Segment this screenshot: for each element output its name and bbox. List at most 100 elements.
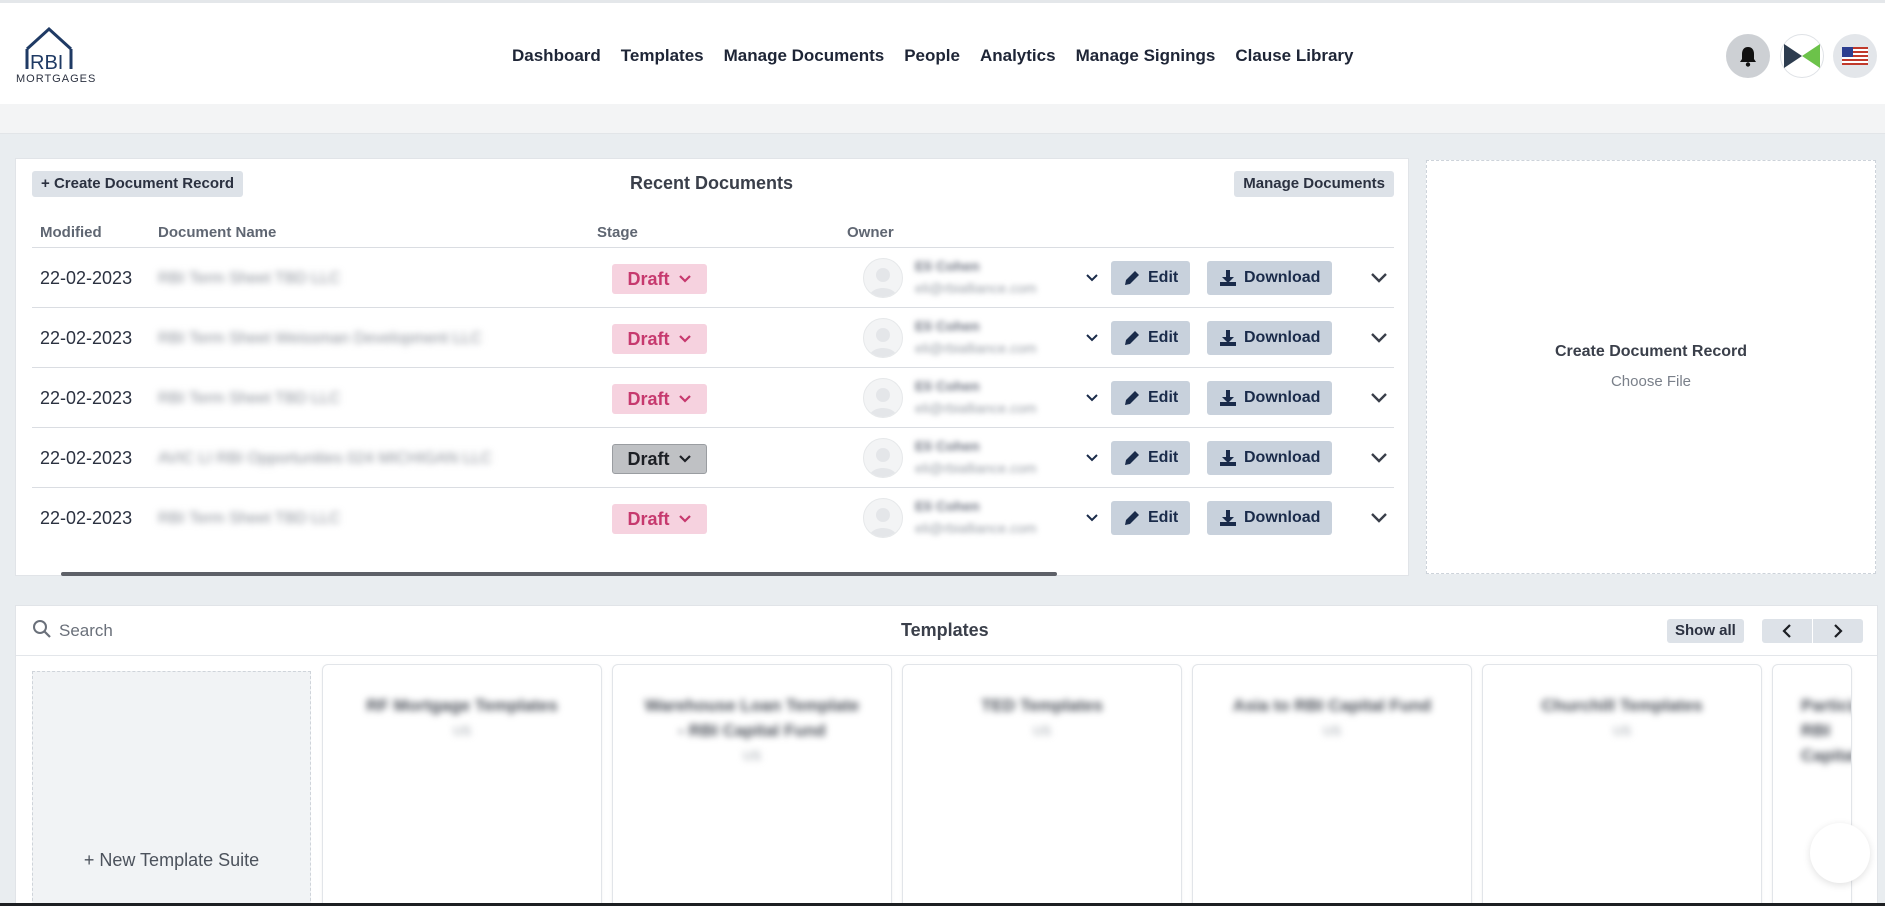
edit-button[interactable]: Edit	[1111, 381, 1191, 415]
nav-people[interactable]: People	[894, 3, 970, 107]
download-button[interactable]: Download	[1207, 261, 1333, 295]
chevron-down-icon	[1371, 273, 1387, 283]
user-icon	[869, 268, 897, 297]
owner-avatar	[863, 438, 903, 478]
bell-icon[interactable]	[1726, 34, 1770, 78]
user-icon	[869, 328, 897, 357]
column-document-name[interactable]: Document Name	[158, 224, 276, 241]
chevron-down-icon	[1371, 453, 1387, 463]
expand-row-button[interactable]	[1367, 506, 1391, 530]
chevron-down-icon	[678, 395, 691, 403]
owner-email: eli@rbialliance.com	[915, 400, 1037, 416]
modified-date: 22-02-2023	[40, 448, 133, 468]
dropzone-title: Create Document Record	[1554, 343, 1748, 360]
upload-dropzone[interactable]: Create Document Record Choose File	[1426, 160, 1876, 574]
chevron-down-icon	[1371, 333, 1387, 343]
edit-label: Edit	[1148, 509, 1179, 526]
download-button[interactable]: Download	[1207, 381, 1333, 415]
new-template-suite-label: New Template Suite	[99, 850, 260, 870]
expand-row-button[interactable]	[1367, 266, 1391, 290]
main-nav: Dashboard Templates Manage Documents Peo…	[502, 3, 1363, 107]
download-icon	[1220, 390, 1236, 406]
owner-name: Eli Cohen	[915, 498, 980, 514]
column-modified[interactable]: Modified	[40, 224, 102, 241]
template-card[interactable]: RF Mortgage Templates US	[322, 664, 602, 906]
manage-documents-button[interactable]: Manage Documents	[1234, 171, 1394, 197]
download-label: Download	[1244, 509, 1321, 526]
nav-clause-library[interactable]: Clause Library	[1225, 3, 1363, 107]
document-name[interactable]: RBI Term Sheet Weissman Development LLC	[158, 330, 482, 348]
owner-name: Eli Cohen	[915, 258, 980, 274]
template-card-region: US	[1032, 723, 1052, 738]
chevron-down-icon	[678, 455, 691, 463]
nav-dashboard[interactable]: Dashboard	[502, 3, 611, 107]
pencil-icon	[1125, 511, 1139, 525]
stage-dropdown[interactable]: Draft	[612, 324, 707, 354]
owner-dropdown-button[interactable]	[1082, 328, 1102, 348]
owner-email: eli@rbialliance.com	[915, 280, 1037, 296]
download-label: Download	[1244, 269, 1321, 286]
stage-dropdown[interactable]: Draft	[612, 264, 707, 294]
chevron-down-icon	[1371, 513, 1387, 523]
expand-row-button[interactable]	[1367, 326, 1391, 350]
expand-row-button[interactable]	[1367, 386, 1391, 410]
template-card[interactable]: TED Templates US	[902, 664, 1182, 906]
us-flag-icon[interactable]	[1833, 34, 1877, 78]
recent-documents-title: Recent Documents	[630, 173, 794, 193]
nav-manage-signings[interactable]: Manage Signings	[1066, 3, 1226, 107]
download-button[interactable]: Download	[1207, 501, 1333, 535]
user-icon	[869, 448, 897, 477]
sub-header-bar	[0, 104, 1885, 134]
edit-button[interactable]: Edit	[1111, 321, 1191, 355]
template-card[interactable]: Asia to RBI Capital Fund US	[1192, 664, 1472, 906]
edit-button[interactable]: Edit	[1111, 441, 1191, 475]
document-row[interactable]: 22-02-2023 RBI Term Sheet TBD LLC Draft …	[32, 247, 1394, 307]
download-button[interactable]: Download	[1207, 321, 1333, 355]
template-card-title: Churchill Templates	[1541, 696, 1703, 715]
document-row[interactable]: 22-02-2023 AVIC LI RBI Opportunities 024…	[32, 427, 1394, 487]
create-document-record-button[interactable]: + Create Document Record	[32, 171, 243, 197]
choose-file-link[interactable]: Choose File	[1427, 373, 1875, 390]
template-search-input[interactable]	[59, 618, 459, 644]
column-owner[interactable]: Owner	[847, 224, 894, 241]
previous-page-button[interactable]	[1762, 619, 1812, 643]
edit-button[interactable]: Edit	[1111, 261, 1191, 295]
next-page-button[interactable]	[1813, 619, 1863, 643]
nav-manage-documents[interactable]: Manage Documents	[714, 3, 895, 107]
edit-button[interactable]: Edit	[1111, 501, 1191, 535]
owner-dropdown-button[interactable]	[1082, 448, 1102, 468]
edit-label: Edit	[1148, 269, 1179, 286]
document-name[interactable]: RBI Term Sheet TBD LLC	[158, 270, 341, 288]
document-row[interactable]: 22-02-2023 RBI Term Sheet TBD LLC Draft …	[32, 487, 1394, 547]
column-stage[interactable]: Stage	[597, 224, 638, 241]
stage-dropdown[interactable]: Draft	[612, 384, 707, 414]
owner-dropdown-button[interactable]	[1082, 268, 1102, 288]
template-card[interactable]: Churchill Templates US	[1482, 664, 1762, 906]
nav-templates[interactable]: Templates	[611, 3, 714, 107]
document-row[interactable]: 22-02-2023 RBI Term Sheet TBD LLC Draft …	[32, 367, 1394, 427]
template-card-region: US	[742, 748, 762, 763]
owner-dropdown-button[interactable]	[1082, 508, 1102, 528]
document-name[interactable]: AVIC LI RBI Opportunities 024 MICHIGAN L…	[158, 450, 492, 468]
document-name[interactable]: RBI Term Sheet TBD LLC	[158, 510, 341, 528]
stage-dropdown[interactable]: Draft	[612, 444, 707, 474]
template-card[interactable]: Warehouse Loan Template - RBI Capital Fu…	[612, 664, 892, 906]
brand-icon[interactable]	[1780, 34, 1824, 78]
chat-widget-button[interactable]	[1810, 823, 1870, 883]
document-row[interactable]: 22-02-2023 RBI Term Sheet Weissman Devel…	[32, 307, 1394, 367]
horizontal-scrollbar[interactable]	[61, 572, 1057, 576]
nav-analytics[interactable]: Analytics	[970, 3, 1066, 107]
owner-avatar	[863, 378, 903, 418]
new-template-suite-card[interactable]: + New Template Suite	[32, 671, 311, 906]
download-button[interactable]: Download	[1207, 441, 1333, 475]
templates-title: Templates	[901, 620, 989, 640]
stage-label: Draft	[627, 388, 670, 409]
modified-date: 22-02-2023	[40, 388, 133, 408]
chevron-down-icon	[678, 335, 691, 343]
pencil-icon	[1125, 271, 1139, 285]
owner-dropdown-button[interactable]	[1082, 388, 1102, 408]
expand-row-button[interactable]	[1367, 446, 1391, 470]
document-name[interactable]: RBI Term Sheet TBD LLC	[158, 390, 341, 408]
show-all-button[interactable]: Show all	[1667, 619, 1744, 643]
stage-dropdown[interactable]: Draft	[612, 504, 707, 534]
